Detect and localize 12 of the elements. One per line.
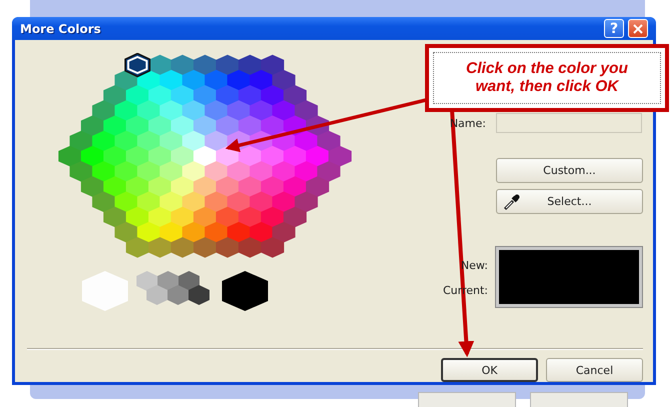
close-icon xyxy=(633,24,643,34)
name-field[interactable] xyxy=(496,113,642,133)
eyedropper-icon xyxy=(503,193,521,211)
grayscale-swatches-drawing[interactable] xyxy=(81,269,271,313)
ok-button[interactable]: OK xyxy=(441,358,538,382)
callout-text: Click on the color you want, then click OK xyxy=(465,60,629,96)
close-button[interactable] xyxy=(628,19,648,38)
window-title: More Colors xyxy=(20,22,102,36)
cancel-button[interactable]: Cancel xyxy=(546,358,643,382)
help-button[interactable]: ? xyxy=(604,19,624,38)
select-button[interactable]: Select... xyxy=(496,189,643,214)
custom-button[interactable]: Custom... xyxy=(496,158,643,183)
